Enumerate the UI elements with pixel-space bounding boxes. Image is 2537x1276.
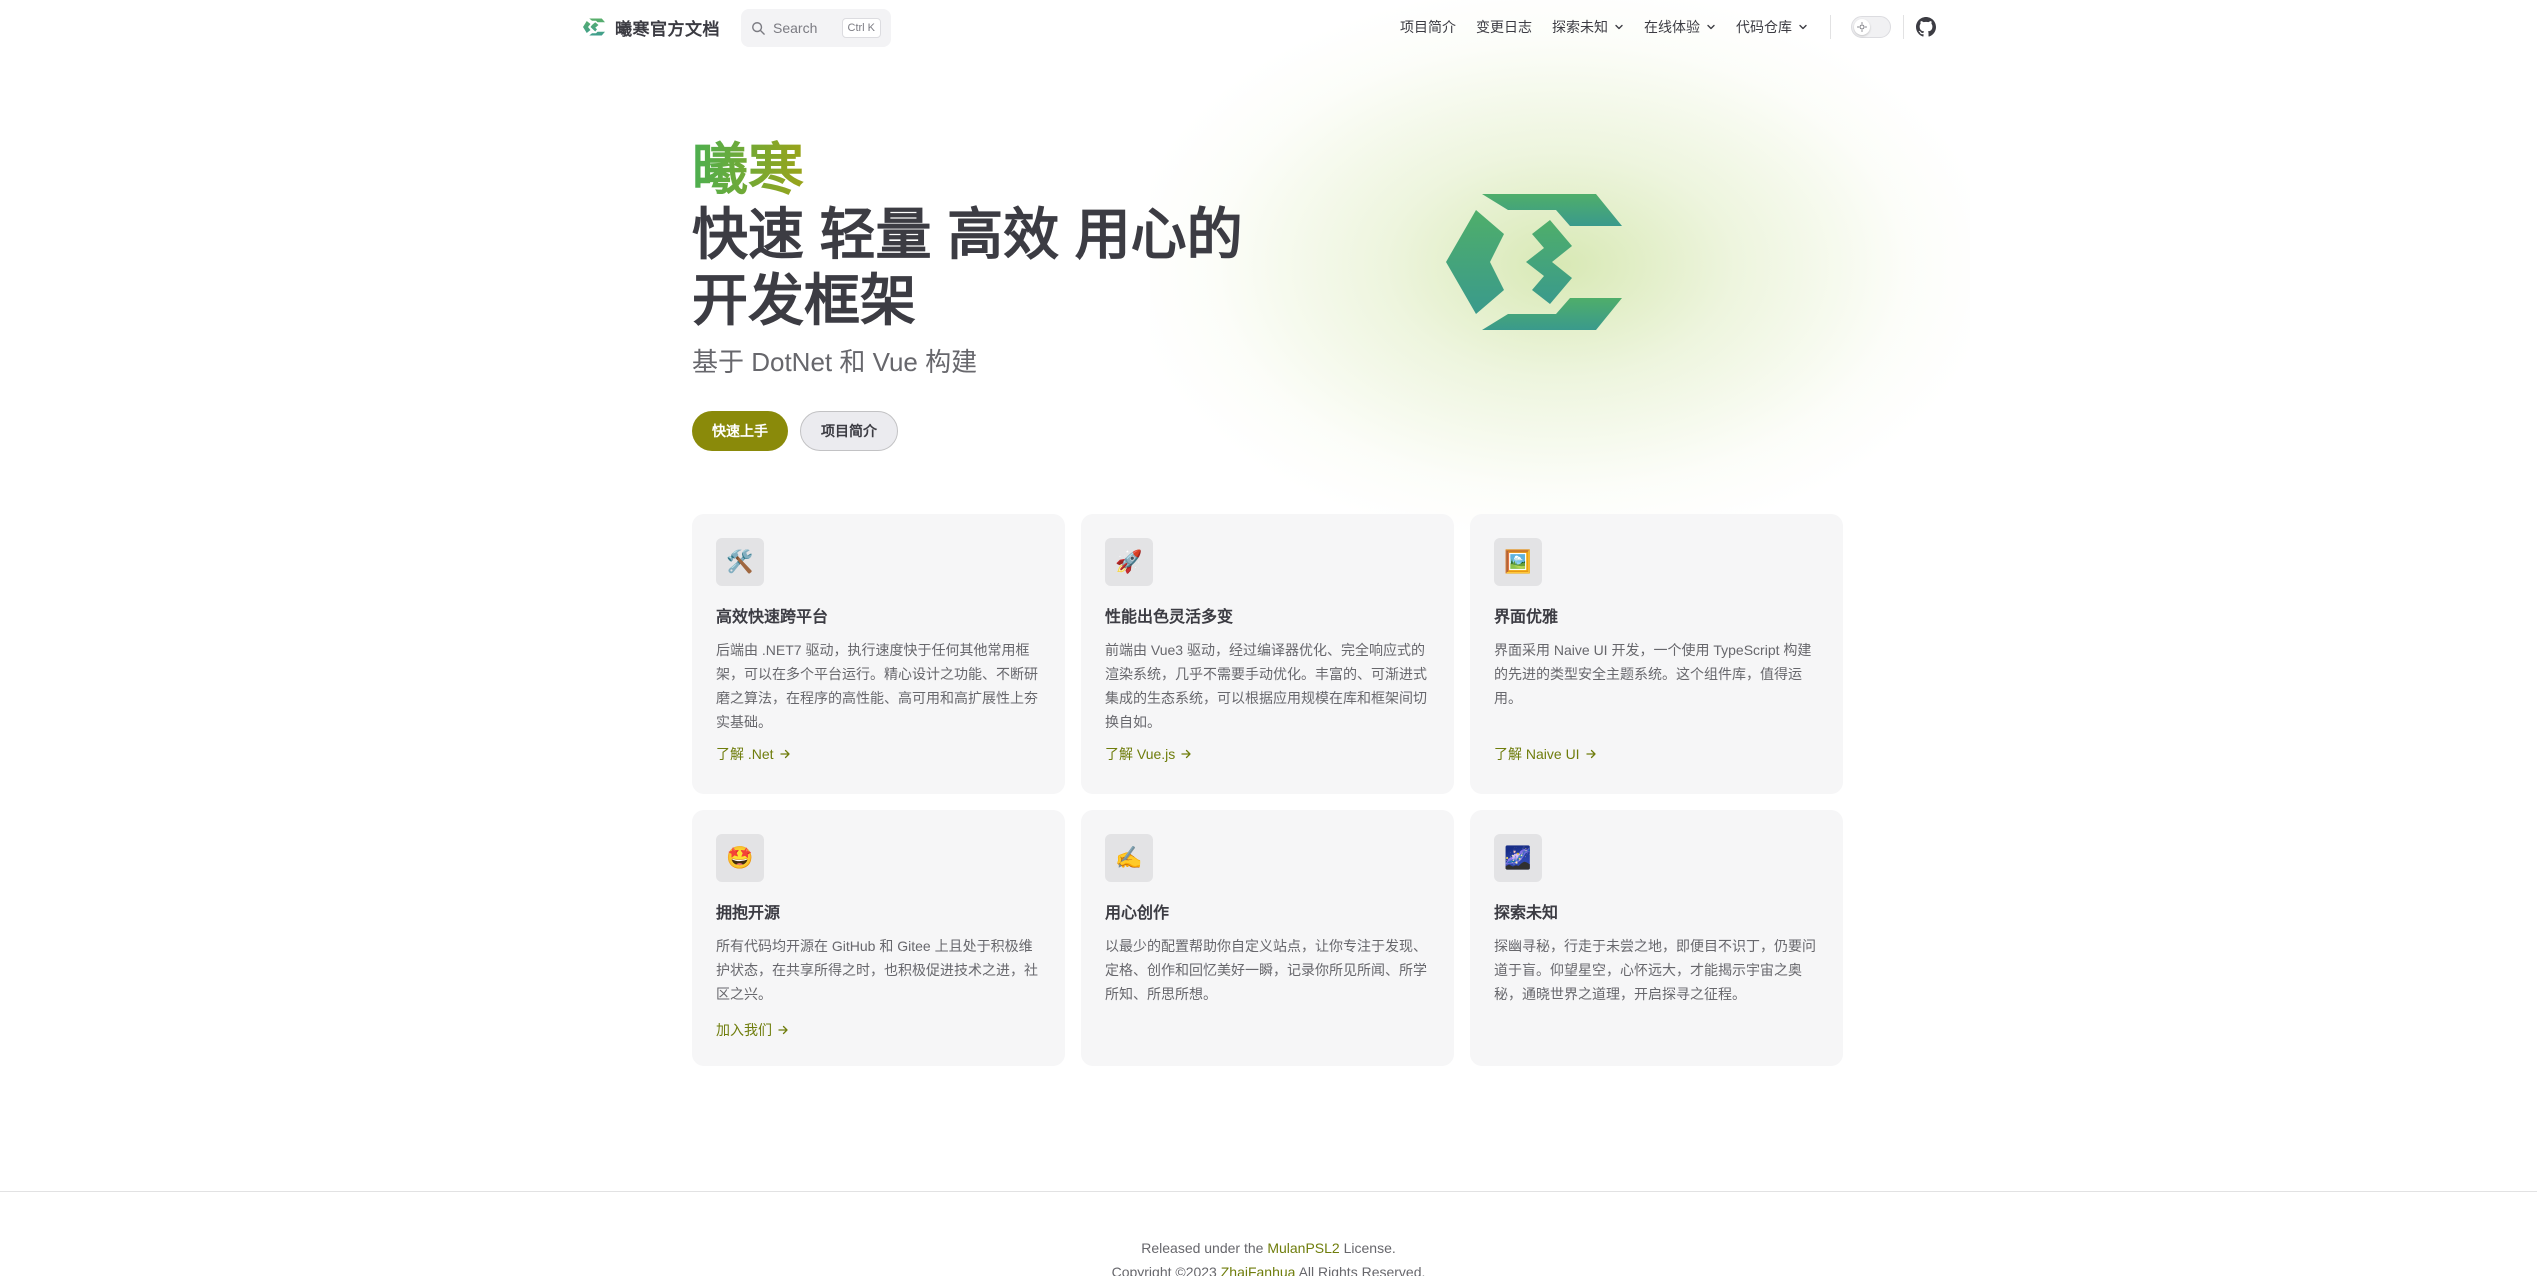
arrow-right-icon: [1181, 749, 1191, 759]
feature-title: 探索未知: [1494, 905, 1559, 922]
feature-title: 用心创作: [1105, 905, 1170, 922]
chevron-down-icon: [1615, 24, 1623, 30]
sun-icon: [1857, 22, 1867, 32]
search-button[interactable]: Search Ctrl K: [741, 9, 891, 47]
feature-card: 🚀 性能出色灵活多变 前端由 Vue3 驱动，经过编译器优化、完全响应式的渲染系…: [1081, 514, 1454, 794]
footer-text: Copyright ©2023: [1111, 1264, 1221, 1276]
footer-message: Released under the MulanPSL2 License.: [0, 1236, 2537, 1260]
hero-name: 曦寒: [692, 138, 804, 201]
project-intro-button[interactable]: 项目简介: [800, 411, 898, 451]
star-struck-icon: 🤩: [716, 834, 764, 882]
get-started-button[interactable]: 快速上手: [692, 411, 788, 451]
footer-text: Released under the: [1141, 1240, 1268, 1256]
feature-card: 🌌 探索未知 探幽寻秘，行走于未尝之地，即便目不识丁，仍要问道于盲。仰望星空，心…: [1470, 810, 1843, 1066]
galaxy-icon: 🌌: [1494, 834, 1542, 882]
site-title-link[interactable]: 曦寒官方文档: [583, 15, 720, 39]
hero-tagline: 基于 DotNet 和 Vue 构建: [692, 347, 978, 377]
toggle-knob: [1854, 19, 1870, 35]
nav-item-repo[interactable]: 代码仓库: [1726, 17, 1818, 37]
theme-toggle[interactable]: [1851, 16, 1891, 38]
nav-item-intro[interactable]: 项目简介: [1390, 17, 1466, 37]
nav-item-label: 变更日志: [1476, 19, 1532, 35]
search-icon: [752, 22, 765, 35]
feature-details: 所有代码均开源在 GitHub 和 Gitee 上且处于积极维护状态，在共享所得…: [716, 938, 1038, 1002]
author-link[interactable]: ZhaiFanhua: [1221, 1264, 1296, 1276]
nav-item-label: 代码仓库: [1736, 19, 1792, 35]
search-shortcut: Ctrl K: [841, 18, 881, 38]
feature-details: 前端由 Vue3 驱动，经过编译器优化、完全响应式的渲染系统，几乎不需要手动优化…: [1105, 642, 1427, 730]
feature-card: 🤩 拥抱开源 所有代码均开源在 GitHub 和 Gitee 上且处于积极维护状…: [692, 810, 1065, 1066]
search-label: Search: [773, 20, 818, 36]
writing-hand-icon: ✍️: [1105, 834, 1153, 882]
nav-divider: [1830, 15, 1831, 39]
footer: Released under the MulanPSL2 License. Co…: [0, 1191, 2537, 1276]
feature-link-label: 了解 Vue.js: [1105, 746, 1176, 762]
arrow-right-icon: [1585, 749, 1596, 759]
feature-title: 界面优雅: [1494, 609, 1559, 626]
feature-details: 探幽寻秘，行走于未尝之地，即便目不识丁，仍要问道于盲。仰望星空，心怀远大，才能揭…: [1494, 938, 1816, 1002]
github-icon[interactable]: [1916, 17, 1936, 37]
nav-item-demo[interactable]: 在线体验: [1634, 17, 1726, 37]
arrow-right-icon: [778, 1025, 788, 1035]
hero-headline: 快速 轻量 高效 用心的开发框架: [692, 203, 1243, 332]
nav-item-label: 探索未知: [1552, 19, 1608, 35]
chevron-down-icon: [1707, 24, 1715, 30]
feature-link[interactable]: 了解 Vue.js: [1105, 744, 1191, 764]
tools-icon: 🛠️: [716, 538, 764, 586]
footer-text: License.: [1339, 1240, 1396, 1256]
nav-item-explore[interactable]: 探索未知: [1542, 17, 1634, 37]
hero-logo-icon: [1446, 194, 1622, 330]
picture-icon: 🖼️: [1494, 538, 1542, 586]
hero-actions: 快速上手 项目简介: [692, 411, 898, 451]
footer-text: All Rights Reserved.: [1295, 1264, 1426, 1276]
feature-title: 拥抱开源: [716, 905, 781, 922]
feature-grid: 🛠️ 高效快速跨平台 后端由 .NET7 驱动，执行速度快于任何其他常用框架，可…: [692, 514, 1844, 1066]
feature-card: ✍️ 用心创作 以最少的配置帮助你自定义站点，让你专注于发现、定格、创作和回忆美…: [1081, 810, 1454, 1066]
feature-details: 以最少的配置帮助你自定义站点，让你专注于发现、定格、创作和回忆美好一瞬，记录你所…: [1105, 938, 1427, 1002]
feature-link-label: 了解 .Net: [716, 746, 774, 762]
nav-menu: 项目简介 变更日志 探索未知 在线体验 代码仓库: [1390, 14, 1936, 40]
feature-link[interactable]: 了解 Naive UI: [1494, 744, 1596, 764]
feature-title: 性能出色灵活多变: [1105, 609, 1234, 626]
license-link[interactable]: MulanPSL2: [1267, 1240, 1339, 1256]
feature-details: 界面采用 Naive UI 开发，一个使用 TypeScript 构建的先进的类…: [1494, 642, 1812, 706]
feature-details: 后端由 .NET7 驱动，执行速度快于任何其他常用框架，可以在多个平台运行。精心…: [716, 642, 1038, 730]
nav-item-label: 在线体验: [1644, 19, 1700, 35]
nav-divider: [1903, 15, 1904, 39]
chevron-down-icon: [1799, 24, 1807, 30]
feature-card: 🖼️ 界面优雅 界面采用 Naive UI 开发，一个使用 TypeScript…: [1470, 514, 1843, 794]
footer-copyright: Copyright ©2023 ZhaiFanhua All Rights Re…: [0, 1260, 2537, 1276]
feature-link[interactable]: 了解 .Net: [716, 744, 790, 764]
rocket-icon: 🚀: [1105, 538, 1153, 586]
site-title: 曦寒官方文档: [615, 19, 720, 39]
xihan-logo-icon: [583, 18, 605, 36]
feature-card: 🛠️ 高效快速跨平台 后端由 .NET7 驱动，执行速度快于任何其他常用框架，可…: [692, 514, 1065, 794]
top-navbar: 曦寒官方文档 Search Ctrl K 项目简介 变更日志 探索未知 在线体验…: [0, 0, 2537, 54]
feature-link[interactable]: 加入我们: [716, 1020, 788, 1040]
feature-title: 高效快速跨平台: [716, 609, 829, 626]
nav-item-changelog[interactable]: 变更日志: [1466, 17, 1542, 37]
feature-link-label: 加入我们: [716, 1022, 772, 1038]
arrow-right-icon: [779, 749, 790, 759]
feature-link-label: 了解 Naive UI: [1494, 746, 1580, 762]
nav-item-label: 项目简介: [1400, 19, 1456, 35]
